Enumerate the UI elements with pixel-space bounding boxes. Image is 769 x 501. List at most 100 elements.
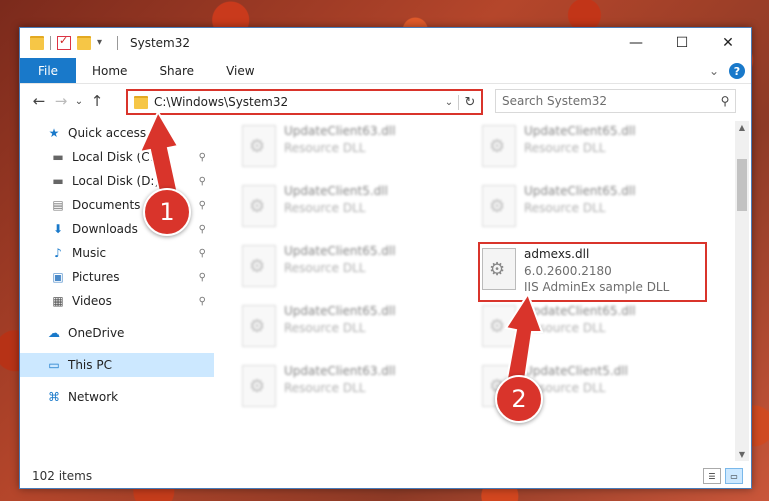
pin-icon[interactable]: ⚲ xyxy=(199,224,206,235)
address-dropdown-icon[interactable]: ⌄ xyxy=(440,97,458,108)
tiles-view-icon[interactable]: ▭ xyxy=(725,468,743,484)
drive-icon: ▬ xyxy=(52,174,64,188)
search-placeholder[interactable]: Search System32 xyxy=(502,94,715,108)
sidebar-item-label: Quick access xyxy=(68,126,147,140)
back-button[interactable]: ← xyxy=(28,89,50,113)
minimize-button[interactable]: — xyxy=(613,28,659,58)
file-description: Resource DLL xyxy=(524,201,606,215)
dll-file-icon xyxy=(242,365,276,407)
scroll-thumb[interactable] xyxy=(737,159,747,211)
file-item[interactable]: UpdateClient63.dll Resource DLL xyxy=(236,361,446,413)
videos-icon: ▦ xyxy=(52,294,64,308)
file-description: Resource DLL xyxy=(524,321,606,335)
file-name: UpdateClient65.dll xyxy=(524,304,636,318)
step-2-badge: 2 xyxy=(495,375,543,423)
forward-button[interactable]: → xyxy=(50,89,72,113)
sidebar-item-videos[interactable]: ▦ Videos ⚲ xyxy=(20,289,214,313)
navigation-bar: ← → ⌄ ↑ C:\Windows\System32 ⌄ ↻ Search S… xyxy=(20,85,751,117)
file-item[interactable]: UpdateClient5.dll Resource DLL xyxy=(236,181,446,233)
file-item[interactable]: UpdateClient65.dll Resource DLL xyxy=(236,301,446,353)
pin-icon[interactable]: ⚲ xyxy=(199,176,206,187)
file-item[interactable]: UpdateClient65.dll Resource DLL xyxy=(236,241,446,293)
file-description: Resource DLL xyxy=(284,321,366,335)
cloud-icon: ☁ xyxy=(48,326,60,340)
ribbon-right-controls: ⌄ ? xyxy=(709,63,745,79)
sidebar-item-label: Pictures xyxy=(72,270,120,284)
computer-icon: ▭ xyxy=(48,358,60,372)
sidebar-item-label: OneDrive xyxy=(68,326,125,340)
file-name: UpdateClient65.dll xyxy=(284,244,396,258)
sidebar-item-this-pc[interactable]: ▭ This PC xyxy=(20,353,214,377)
help-icon[interactable]: ? xyxy=(729,63,745,79)
details-view-icon[interactable]: ☰ xyxy=(703,468,721,484)
file-name: UpdateClient63.dll xyxy=(284,124,396,138)
view-switcher: ☰ ▭ xyxy=(703,468,743,484)
sidebar-item-label: Music xyxy=(72,246,107,260)
sidebar-item-label: Local Disk (D:) xyxy=(72,174,160,188)
dll-file-icon xyxy=(482,305,516,347)
folder-icon xyxy=(134,95,148,109)
sidebar-item-pictures[interactable]: ▣ Pictures ⚲ xyxy=(20,265,214,289)
file-item[interactable]: UpdateClient63.dll Resource DLL xyxy=(236,121,446,173)
file-name: UpdateClient65.dll xyxy=(524,184,636,198)
admexs-highlight-box xyxy=(478,242,707,302)
pin-icon[interactable]: ⚲ xyxy=(199,296,206,307)
tab-share[interactable]: Share xyxy=(143,58,210,83)
tab-view[interactable]: View xyxy=(210,58,270,83)
sidebar-item-label: Downloads xyxy=(72,222,138,236)
folder-icon xyxy=(30,36,44,50)
dll-file-icon xyxy=(242,305,276,347)
download-icon: ⬇ xyxy=(52,222,64,236)
file-name: UpdateClient63.dll xyxy=(284,364,396,378)
vertical-scrollbar[interactable]: ▲ ▼ xyxy=(735,121,749,461)
sidebar-item-local-disk-d[interactable]: ▬ Local Disk (D:) ⚲ xyxy=(20,169,214,193)
customize-toolbar-icon[interactable]: ▾ xyxy=(97,37,111,49)
scroll-down-arrow[interactable]: ▼ xyxy=(735,450,749,459)
divider xyxy=(50,36,51,50)
sidebar-item-network[interactable]: ⌘ Network xyxy=(20,385,214,409)
address-path[interactable]: C:\Windows\System32 xyxy=(154,95,440,109)
sidebar-item-onedrive[interactable]: ☁ OneDrive xyxy=(20,321,214,345)
maximize-button[interactable]: ☐ xyxy=(659,28,705,58)
file-item[interactable]: UpdateClient65.dll Resource DLL xyxy=(476,181,686,233)
properties-icon[interactable] xyxy=(57,34,71,50)
documents-icon: ▤ xyxy=(52,198,64,212)
search-input[interactable]: Search System32 ⚲ xyxy=(495,89,736,113)
file-description: Resource DLL xyxy=(284,141,366,155)
pin-icon[interactable]: ⚲ xyxy=(199,248,206,259)
file-item[interactable]: UpdateClient65.dll Resource DLL xyxy=(476,121,686,173)
pin-icon[interactable]: ⚲ xyxy=(199,152,206,163)
scroll-up-arrow[interactable]: ▲ xyxy=(735,123,749,132)
dll-file-icon xyxy=(482,185,516,227)
network-icon: ⌘ xyxy=(48,390,60,404)
file-name: UpdateClient65.dll xyxy=(524,124,636,138)
pin-icon[interactable]: ⚲ xyxy=(199,272,206,283)
tab-home[interactable]: Home xyxy=(76,58,143,83)
file-description: Resource DLL xyxy=(284,381,366,395)
file-item[interactable]: UpdateClient65.dll Resource DLL xyxy=(476,301,686,353)
pin-icon[interactable]: ⚲ xyxy=(199,200,206,211)
file-list: UpdateClient63.dll Resource DLL UpdateCli… xyxy=(226,121,726,461)
new-folder-icon[interactable] xyxy=(77,36,91,50)
ribbon-tabs: File Home Share View ⌄ ? xyxy=(20,58,751,84)
expand-ribbon-icon[interactable]: ⌄ xyxy=(709,64,719,78)
sidebar-item-local-disk-c[interactable]: ▬ Local Disk (C:) ⚲ xyxy=(20,145,214,169)
sidebar-item-music[interactable]: ♪ Music ⚲ xyxy=(20,241,214,265)
address-bar[interactable]: C:\Windows\System32 ⌄ ↻ xyxy=(126,89,483,115)
sidebar-item-label: Network xyxy=(68,390,119,404)
sidebar-item-label: This PC xyxy=(68,358,112,372)
status-bar: 102 items ☰ ▭ xyxy=(20,464,751,488)
step-1-badge: 1 xyxy=(143,188,191,236)
star-icon: ★ xyxy=(48,126,60,140)
refresh-button[interactable]: ↻ xyxy=(458,94,481,110)
file-name: UpdateClient5.dll xyxy=(524,364,628,378)
up-button[interactable]: ↑ xyxy=(86,89,108,113)
search-icon[interactable]: ⚲ xyxy=(715,94,735,108)
close-button[interactable]: ✕ xyxy=(705,28,751,58)
sidebar-item-label: Videos xyxy=(72,294,112,308)
file-description: Resource DLL xyxy=(524,141,606,155)
tab-file[interactable]: File xyxy=(20,58,76,83)
sidebar-item-quick-access[interactable]: ★ Quick access xyxy=(20,121,214,145)
recent-locations-button[interactable]: ⌄ xyxy=(72,89,86,113)
file-name: UpdateClient65.dll xyxy=(284,304,396,318)
